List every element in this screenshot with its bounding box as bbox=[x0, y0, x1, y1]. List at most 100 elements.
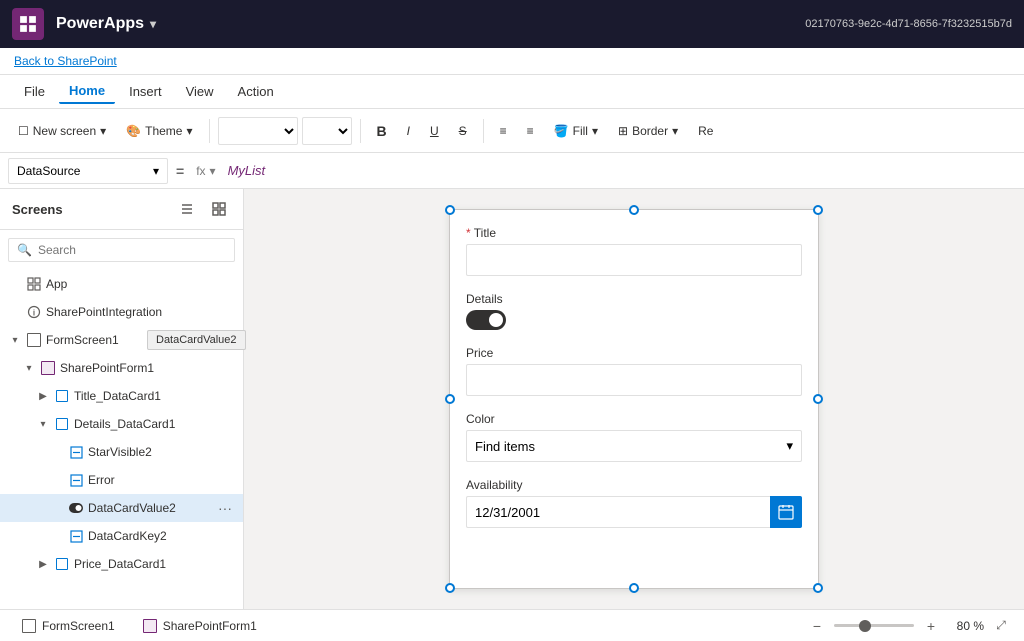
sidebar-item-sharepointintegration[interactable]: i SharePointIntegration bbox=[0, 298, 243, 326]
italic-button[interactable]: I bbox=[399, 120, 418, 142]
toggle-knob bbox=[489, 313, 503, 327]
starvisible2-chevron-icon bbox=[50, 445, 64, 459]
fill-button[interactable]: 🪣 Fill ▾ bbox=[546, 120, 606, 142]
zoom-expand-button[interactable]: ⤢ bbox=[990, 615, 1012, 637]
zoom-minus-button[interactable]: − bbox=[806, 615, 828, 637]
spintegration-icon: i bbox=[26, 304, 42, 320]
price-datacard1-label: Price_DataCard1 bbox=[74, 557, 235, 571]
price-datacard1-icon bbox=[54, 556, 70, 572]
title-field-label: Title bbox=[466, 226, 802, 240]
selection-handle-tr[interactable] bbox=[813, 205, 823, 215]
datacardvalue2-chevron-icon bbox=[50, 501, 64, 515]
title-datacard1-icon bbox=[54, 388, 70, 404]
status-tab-sharepointform1[interactable]: SharePointForm1 bbox=[133, 615, 267, 637]
sidebar-item-price-datacard1[interactable]: ▶ Price_DataCard1 bbox=[0, 550, 243, 578]
zoom-slider[interactable] bbox=[834, 624, 914, 627]
starvisible2-icon bbox=[68, 444, 84, 460]
back-to-sharepoint-link[interactable]: Back to SharePoint bbox=[0, 48, 1024, 75]
sidebar-item-datacardkey2[interactable]: DataCardKey2 bbox=[0, 522, 243, 550]
sidebar-item-app[interactable]: App bbox=[0, 270, 243, 298]
selection-handle-bl[interactable] bbox=[445, 583, 455, 593]
new-screen-button[interactable]: ☐ New screen ▾ bbox=[10, 120, 114, 142]
error-label: Error bbox=[88, 473, 235, 487]
canvas-area[interactable]: Title Details Price Color Find items bbox=[244, 189, 1024, 609]
sidebar-item-sharepointform1[interactable]: ▾ SharePointForm1 bbox=[0, 354, 243, 382]
border-chevron-icon[interactable]: ▾ bbox=[672, 124, 678, 138]
menu-view[interactable]: View bbox=[176, 80, 224, 103]
title-input[interactable] bbox=[466, 244, 802, 276]
align-center-button[interactable]: ≡ bbox=[519, 120, 542, 142]
menu-action[interactable]: Action bbox=[228, 80, 284, 103]
spform1-chevron-icon: ▾ bbox=[22, 361, 36, 375]
details-datacard1-icon bbox=[54, 416, 70, 432]
app-title: PowerApps ▾ bbox=[56, 15, 156, 33]
toolbar-separator-3 bbox=[483, 119, 484, 143]
toolbar-separator-1 bbox=[209, 119, 210, 143]
datacardvalue2-more-button[interactable]: ··· bbox=[215, 498, 235, 518]
formula-fx-button[interactable]: fx ▾ bbox=[192, 164, 219, 178]
form-color-group: Color Find items ▾ bbox=[466, 412, 802, 462]
theme-chevron-icon[interactable]: ▾ bbox=[186, 124, 192, 138]
title-datacard1-label: Title_DataCard1 bbox=[74, 389, 235, 403]
menu-file[interactable]: File bbox=[14, 80, 55, 103]
app-label: App bbox=[46, 277, 235, 291]
sidebar-list-view-button[interactable] bbox=[175, 197, 199, 221]
color-dropdown[interactable]: Find items ▾ bbox=[466, 430, 802, 462]
datacardkey2-label: DataCardKey2 bbox=[88, 529, 235, 543]
new-screen-chevron-icon[interactable]: ▾ bbox=[100, 124, 106, 138]
property-selector[interactable]: DataSource ▾ bbox=[8, 158, 168, 184]
align-left-button[interactable]: ≡ bbox=[492, 120, 515, 142]
price-field-label: Price bbox=[466, 346, 802, 360]
underline-button[interactable]: U bbox=[422, 120, 447, 142]
bold-button[interactable]: B bbox=[369, 119, 395, 143]
selection-handle-bc[interactable] bbox=[629, 583, 639, 593]
color-placeholder: Find items bbox=[475, 439, 535, 454]
selection-handle-tl[interactable] bbox=[445, 205, 455, 215]
sidebar-item-error[interactable]: Error bbox=[0, 466, 243, 494]
main-layout: Screens 🔍 bbox=[0, 189, 1024, 609]
font-size-select[interactable] bbox=[302, 117, 352, 145]
re-button[interactable]: Re bbox=[690, 120, 721, 142]
fill-chevron-icon[interactable]: ▾ bbox=[592, 124, 598, 138]
formula-bar: DataSource ▾ = fx ▾ bbox=[0, 153, 1024, 189]
price-input[interactable] bbox=[466, 364, 802, 396]
zoom-plus-button[interactable]: + bbox=[920, 615, 942, 637]
sidebar-grid-view-button[interactable] bbox=[207, 197, 231, 221]
sidebar-icons bbox=[175, 197, 231, 221]
fx-label: fx bbox=[196, 164, 205, 178]
form-availability-group: Availability bbox=[466, 478, 802, 528]
search-input[interactable] bbox=[38, 243, 226, 257]
app-icon bbox=[26, 276, 42, 292]
date-input[interactable] bbox=[466, 496, 770, 528]
menu-insert[interactable]: Insert bbox=[119, 80, 172, 103]
session-id: 02170763-9e2c-4d71-8656-7f3232515b7d bbox=[805, 18, 1012, 30]
sidebar-item-title-datacard1[interactable]: ▶ Title_DataCard1 bbox=[0, 382, 243, 410]
property-chevron-icon: ▾ bbox=[153, 164, 159, 178]
sidebar-item-starvisible2[interactable]: StarVisible2 bbox=[0, 438, 243, 466]
details-toggle[interactable] bbox=[466, 310, 506, 330]
strikethrough-button[interactable]: S bbox=[451, 120, 475, 142]
color-field-label: Color bbox=[466, 412, 802, 426]
calendar-button[interactable] bbox=[770, 496, 802, 528]
selection-handle-mr[interactable] bbox=[813, 394, 823, 404]
selection-handle-br[interactable] bbox=[813, 583, 823, 593]
property-label: DataSource bbox=[17, 164, 80, 178]
app-grid-icon[interactable] bbox=[12, 8, 44, 40]
color-dropdown-chevron-icon: ▾ bbox=[786, 438, 793, 454]
selection-handle-tc[interactable] bbox=[629, 205, 639, 215]
status-tab-formscreen1[interactable]: FormScreen1 bbox=[12, 615, 125, 637]
new-screen-label: New screen bbox=[33, 124, 96, 138]
sidebar-item-details-datacard1[interactable]: ▾ Details_DataCard1 bbox=[0, 410, 243, 438]
font-family-select[interactable] bbox=[218, 117, 298, 145]
menu-home[interactable]: Home bbox=[59, 79, 115, 104]
theme-icon: 🎨 bbox=[126, 124, 141, 138]
sidebar-item-datacardvalue2[interactable]: DataCardValue2 ··· bbox=[0, 494, 243, 522]
theme-button[interactable]: 🎨 Theme ▾ bbox=[118, 120, 200, 142]
selection-handle-ml[interactable] bbox=[445, 394, 455, 404]
formula-input[interactable] bbox=[228, 158, 1016, 184]
app-title-chevron-icon[interactable]: ▾ bbox=[150, 17, 156, 31]
formscreen1-tab-label: FormScreen1 bbox=[42, 619, 115, 633]
sidebar-header: Screens bbox=[0, 189, 243, 230]
price-datacard1-chevron-icon: ▶ bbox=[36, 557, 50, 571]
border-button[interactable]: ⊞ Border ▾ bbox=[610, 120, 686, 142]
